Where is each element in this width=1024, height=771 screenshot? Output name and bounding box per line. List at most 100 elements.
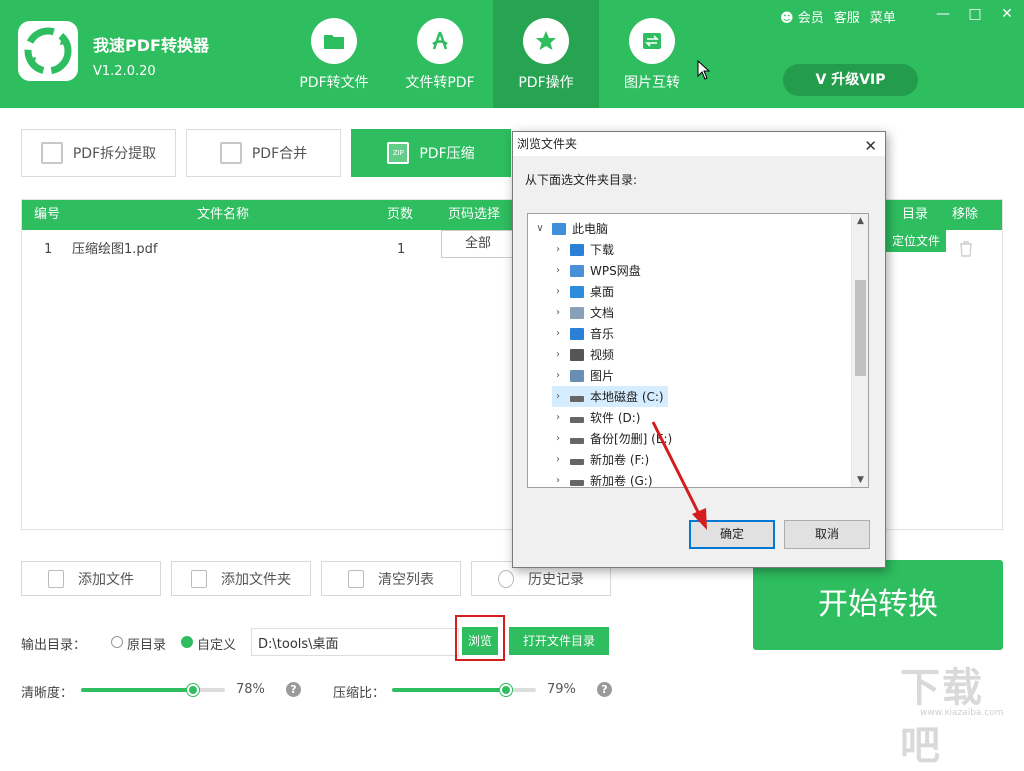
- output-path-input[interactable]: [251, 628, 459, 656]
- chevron-right-icon[interactable]: ›: [552, 307, 564, 318]
- tree-item[interactable]: › 新加卷 (G:): [552, 470, 653, 488]
- tree-item-label: 此电脑: [572, 222, 609, 236]
- folder-tree[interactable]: ▲ ▼ ∨ 此电脑 › 下载 › WPS网盘 › 桌面 › 文档 › 音乐 › 视频 › 图片 › 本地磁盘 (C…: [527, 213, 869, 488]
- picture-icon: [570, 369, 584, 382]
- tree-item-label: 桌面: [590, 285, 615, 299]
- tree-item[interactable]: › 音乐: [552, 323, 614, 344]
- chevron-right-icon[interactable]: ›: [552, 286, 564, 297]
- tree-item[interactable]: › 视频: [552, 344, 614, 365]
- add-file-button[interactable]: 添加文件: [21, 561, 161, 596]
- chevron-right-icon[interactable]: ›: [552, 328, 564, 339]
- service-link[interactable]: 客服: [834, 7, 860, 26]
- tab-pdf-compress[interactable]: ZIP PDF压缩: [351, 129, 511, 177]
- tab-pdf-merge[interactable]: PDF合并: [186, 129, 341, 177]
- app-header: 我速PDF转换器 V1.2.0.20 PDF转文件 文件转PDF PDF操作 图…: [0, 0, 1024, 108]
- chevron-right-icon[interactable]: ›: [552, 265, 564, 276]
- col-dir: 目录: [902, 207, 929, 222]
- window-controls: — □ ✕: [934, 6, 1016, 22]
- tab-pdf-split[interactable]: PDF拆分提取: [21, 129, 176, 177]
- pdf-icon: [432, 31, 448, 50]
- chevron-right-icon[interactable]: ›: [552, 244, 564, 255]
- menu-link[interactable]: 菜单: [870, 7, 896, 26]
- chevron-right-icon[interactable]: ›: [552, 412, 564, 423]
- upgrade-vip-button[interactable]: V 升级VIP: [783, 64, 918, 96]
- tree-scrollbar[interactable]: ▲ ▼: [851, 214, 868, 487]
- open-dir-button[interactable]: 打开文件目录: [509, 627, 609, 655]
- clarity-knob[interactable]: [187, 684, 200, 696]
- start-convert-button[interactable]: 开始转换: [753, 560, 1003, 650]
- mouse-cursor-icon: [697, 60, 711, 80]
- browse-button[interactable]: 浏览: [462, 627, 498, 655]
- ratio-help-icon[interactable]: ?: [597, 682, 612, 697]
- nav-file-to-pdf[interactable]: 文件转PDF: [387, 0, 493, 108]
- tree-item[interactable]: › 图片: [552, 365, 614, 386]
- clarity-slider[interactable]: [81, 684, 225, 696]
- document-icon: [570, 306, 584, 319]
- dialog-ok-button[interactable]: 确定: [689, 520, 775, 549]
- trash-icon: [348, 569, 364, 588]
- minimize-icon[interactable]: —: [934, 6, 952, 22]
- row-pages: 1: [397, 242, 406, 257]
- ratio-knob[interactable]: [499, 684, 512, 696]
- tree-item[interactable]: › WPS网盘: [552, 260, 641, 281]
- tree-item[interactable]: › 软件 (D:): [552, 407, 640, 428]
- nav-image-convert[interactable]: 图片互转: [599, 0, 705, 108]
- tree-item[interactable]: ∨ 此电脑: [534, 218, 608, 239]
- tree-item-label: 文档: [590, 306, 615, 320]
- chevron-right-icon[interactable]: ›: [552, 370, 564, 381]
- scroll-up-icon[interactable]: ▲: [852, 216, 868, 226]
- app-logo: [18, 21, 78, 81]
- tree-item[interactable]: › 下载: [552, 239, 614, 260]
- chevron-right-icon[interactable]: ›: [552, 433, 564, 444]
- radio-original-dir[interactable]: [111, 636, 123, 648]
- tree-item-label: 备份[勿删] (E:): [590, 432, 673, 446]
- clock-icon: [498, 569, 514, 588]
- add-folder-button[interactable]: 添加文件夹: [171, 561, 311, 596]
- ratio-fill: [392, 688, 506, 692]
- nav-label: PDF转文件: [299, 75, 369, 91]
- close-icon[interactable]: ✕: [998, 6, 1016, 22]
- dialog-cancel-button[interactable]: 取消: [784, 520, 870, 549]
- download-icon: [570, 243, 584, 256]
- drive-icon: [570, 437, 584, 444]
- music-icon: [570, 327, 584, 340]
- chevron-right-icon[interactable]: ›: [552, 475, 564, 486]
- member-link[interactable]: ☻ 会员: [780, 7, 824, 26]
- nav-pdf-to-file[interactable]: PDF转文件: [281, 0, 387, 108]
- clear-list-button[interactable]: 清空列表: [321, 561, 461, 596]
- tab-label: PDF合并: [251, 146, 308, 162]
- page-range-button[interactable]: 全部: [441, 230, 515, 258]
- tree-item[interactable]: › 桌面: [552, 281, 614, 302]
- add-file-icon: [48, 569, 64, 588]
- clarity-label: 清晰度：: [21, 686, 74, 701]
- dialog-close-icon[interactable]: ✕: [864, 134, 877, 158]
- computer-icon: [552, 222, 566, 235]
- folder-icon: [324, 35, 344, 49]
- scroll-thumb[interactable]: [855, 280, 866, 376]
- tree-item-label: 新加卷 (F:): [590, 453, 650, 467]
- chevron-down-icon[interactable]: ∨: [534, 223, 546, 234]
- video-icon: [570, 348, 584, 361]
- ratio-slider[interactable]: [392, 684, 536, 696]
- tree-item[interactable]: › 备份[勿删] (E:): [552, 428, 672, 449]
- drive-icon: [570, 479, 584, 486]
- locate-file-button[interactable]: 定位文件: [886, 230, 946, 252]
- radio-custom-dir[interactable]: [181, 636, 193, 648]
- tree-item[interactable]: › 本地磁盘 (C:): [552, 386, 668, 407]
- tab-label: PDF压缩: [419, 146, 475, 162]
- tree-item[interactable]: › 新加卷 (F:): [552, 449, 649, 470]
- chevron-right-icon[interactable]: ›: [552, 391, 564, 402]
- chevron-right-icon[interactable]: ›: [552, 454, 564, 465]
- scroll-down-icon[interactable]: ▼: [852, 475, 868, 485]
- clarity-help-icon[interactable]: ?: [286, 682, 301, 697]
- row-num: 1: [44, 242, 53, 257]
- drive-icon: [570, 458, 584, 465]
- tree-item[interactable]: › 文档: [552, 302, 614, 323]
- tree-item-label: 新加卷 (G:): [590, 474, 653, 488]
- nav-pdf-operation[interactable]: PDF操作: [493, 0, 599, 108]
- ratio-label: 压缩比：: [333, 686, 386, 701]
- maximize-icon[interactable]: □: [966, 6, 984, 22]
- chevron-right-icon[interactable]: ›: [552, 349, 564, 360]
- drive-icon: [570, 416, 584, 423]
- trash-icon[interactable]: [959, 241, 973, 257]
